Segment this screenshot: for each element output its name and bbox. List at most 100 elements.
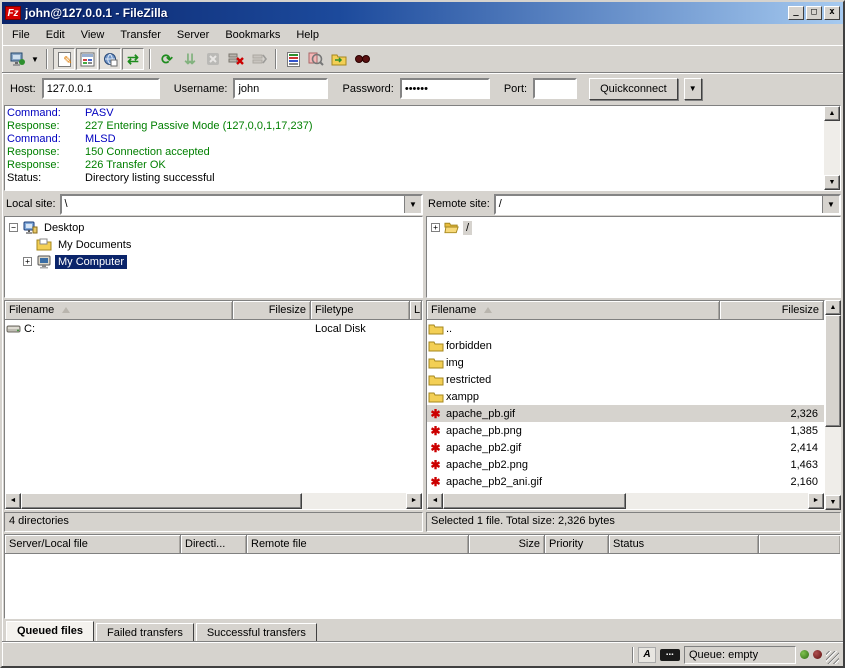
- menu-file[interactable]: File: [4, 26, 38, 44]
- tab-failed-transfers[interactable]: Failed transfers: [96, 623, 194, 642]
- tree-item-my-computer[interactable]: + My Computer: [5, 253, 422, 270]
- remote-site-combo[interactable]: / ▼: [494, 194, 841, 215]
- process-queue-button[interactable]: ⇊: [179, 48, 201, 70]
- tree-item-root[interactable]: + /: [427, 219, 840, 236]
- image-file-icon: ✱: [427, 407, 444, 421]
- menu-bookmarks[interactable]: Bookmarks: [217, 26, 288, 44]
- queue-column-server-local-file[interactable]: Server/Local file: [5, 535, 181, 553]
- chevron-down-icon[interactable]: ▼: [822, 196, 839, 213]
- scroll-down-icon[interactable]: ▼: [824, 175, 840, 190]
- remote-row[interactable]: ✱apache_pb2_ani.gif 2,160: [427, 473, 824, 490]
- menu-server[interactable]: Server: [169, 26, 217, 44]
- disconnect-button[interactable]: [225, 48, 247, 70]
- quickconnect-dropdown[interactable]: ▼: [684, 78, 702, 100]
- local-column-filesize[interactable]: Filesize: [233, 301, 311, 319]
- collapse-icon[interactable]: −: [9, 223, 18, 232]
- site-manager-dropdown[interactable]: ▼: [29, 48, 41, 70]
- scrollbar-thumb[interactable]: [21, 493, 302, 509]
- log-text: PASV: [85, 107, 114, 120]
- host-input[interactable]: [42, 78, 160, 99]
- scroll-left-icon[interactable]: ◄: [427, 493, 443, 509]
- toggle-local-tree-button[interactable]: [76, 48, 98, 70]
- remote-column-filesize[interactable]: Filesize: [720, 301, 824, 319]
- find-files-button[interactable]: [351, 48, 373, 70]
- remote-row[interactable]: restricted: [427, 371, 824, 388]
- directory-comparison-button[interactable]: [305, 48, 327, 70]
- toggle-message-log-button[interactable]: ✎: [53, 48, 75, 70]
- refresh-button[interactable]: ⟳: [156, 48, 178, 70]
- remote-row[interactable]: forbidden: [427, 337, 824, 354]
- port-input[interactable]: [533, 78, 577, 99]
- toggle-remote-tree-button[interactable]: [99, 48, 121, 70]
- scrollbar-thumb[interactable]: [825, 315, 841, 427]
- scroll-left-icon[interactable]: ◄: [5, 493, 21, 509]
- remote-row[interactable]: img: [427, 354, 824, 371]
- menu-transfer[interactable]: Transfer: [112, 26, 169, 44]
- queue-column-remote-file[interactable]: Remote file: [247, 535, 469, 553]
- close-button[interactable]: x: [824, 6, 840, 20]
- scroll-down-icon[interactable]: ▼: [825, 495, 841, 510]
- local-column-lastmodified[interactable]: L: [410, 301, 422, 319]
- remote-row[interactable]: ✱apache_pb2.png 1,463: [427, 456, 824, 473]
- username-input[interactable]: [233, 78, 328, 99]
- remote-row[interactable]: xampp: [427, 388, 824, 405]
- site-manager-button[interactable]: [6, 48, 28, 70]
- menu-view[interactable]: View: [73, 26, 113, 44]
- site-manager-icon: [9, 51, 25, 67]
- expand-icon[interactable]: +: [431, 223, 440, 232]
- menu-bar: File Edit View Transfer Server Bookmarks…: [2, 24, 843, 45]
- queue-column-size[interactable]: Size: [469, 535, 545, 553]
- transfer-type-indicator-icon[interactable]: A: [638, 647, 656, 663]
- queue-column-priority[interactable]: Priority: [545, 535, 609, 553]
- queue-column-filler: [759, 535, 840, 553]
- local-row-c-drive[interactable]: C: Local Disk: [5, 320, 422, 337]
- remote-column-filename[interactable]: Filename: [427, 301, 720, 319]
- scroll-right-icon[interactable]: ►: [406, 493, 422, 509]
- maximize-button[interactable]: □: [806, 6, 822, 20]
- title-bar[interactable]: Fz john@127.0.0.1 - FileZilla _ □ x: [2, 2, 843, 24]
- directory-comparison-icon: [308, 51, 324, 67]
- cancel-operation-button[interactable]: [202, 48, 224, 70]
- chevron-down-icon[interactable]: ▼: [404, 196, 421, 213]
- menu-edit[interactable]: Edit: [38, 26, 73, 44]
- folder-icon: [427, 357, 444, 369]
- local-column-filename[interactable]: Filename: [5, 301, 233, 319]
- tab-successful-transfers[interactable]: Successful transfers: [196, 623, 317, 642]
- remote-row[interactable]: ..: [427, 320, 824, 337]
- scroll-right-icon[interactable]: ►: [808, 493, 824, 509]
- disconnect-icon: [228, 51, 244, 67]
- local-tree-icon: [80, 52, 95, 67]
- remote-row[interactable]: ✱apache_pb.png 1,385: [427, 422, 824, 439]
- log-scrollbar[interactable]: ▲ ▼: [824, 106, 840, 190]
- tree-item-desktop[interactable]: − Desktop: [5, 219, 422, 236]
- resize-grip[interactable]: [826, 651, 839, 664]
- tree-item-my-documents[interactable]: My Documents: [5, 236, 422, 253]
- remote-row-selected[interactable]: ✱apache_pb.gif 2,326: [427, 405, 824, 422]
- scroll-up-icon[interactable]: ▲: [825, 300, 841, 315]
- password-input[interactable]: [400, 78, 490, 99]
- tab-queued-files[interactable]: Queued files: [6, 621, 94, 642]
- speed-limits-icon[interactable]: ▪▪▪: [660, 649, 680, 661]
- filter-icon: [287, 52, 300, 67]
- minimize-button[interactable]: _: [788, 6, 804, 20]
- expand-icon[interactable]: +: [23, 257, 32, 266]
- toggle-transfer-queue-button[interactable]: ⇄: [122, 48, 144, 70]
- reconnect-button[interactable]: [248, 48, 270, 70]
- remote-vscrollbar[interactable]: ▲ ▼: [825, 300, 841, 510]
- quickconnect-button[interactable]: Quickconnect: [589, 78, 678, 100]
- synchronized-browsing-button[interactable]: [328, 48, 350, 70]
- local-site-combo[interactable]: \ ▼: [60, 194, 423, 215]
- queue-body[interactable]: [5, 554, 840, 618]
- queue-column-status[interactable]: Status: [609, 535, 759, 553]
- remote-hscrollbar[interactable]: ◄ ►: [427, 493, 824, 509]
- synchronized-browsing-icon: [331, 51, 347, 67]
- scroll-up-icon[interactable]: ▲: [824, 106, 840, 121]
- filter-button[interactable]: [282, 48, 304, 70]
- menu-help[interactable]: Help: [288, 26, 327, 44]
- queue-column-direction[interactable]: Directi...: [181, 535, 247, 553]
- scrollbar-thumb[interactable]: [443, 493, 626, 509]
- local-column-filetype[interactable]: Filetype: [311, 301, 410, 319]
- local-site-label: Local site:: [4, 198, 56, 210]
- local-hscrollbar[interactable]: ◄ ►: [5, 493, 422, 509]
- remote-row[interactable]: ✱apache_pb2.gif 2,414: [427, 439, 824, 456]
